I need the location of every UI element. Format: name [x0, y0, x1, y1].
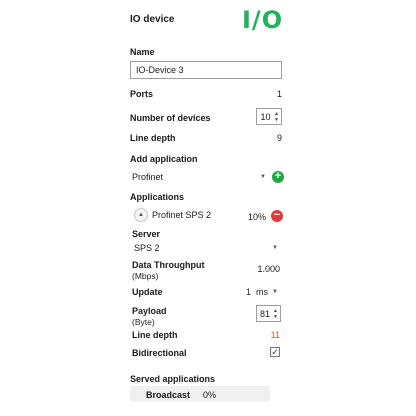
- add-application-select[interactable]: Profinet: [132, 172, 163, 182]
- panel-title: IO device: [130, 14, 175, 25]
- ports-value: 1: [276, 89, 282, 99]
- payload-unit: (Byte): [132, 317, 155, 327]
- line-depth-label: Line depth: [130, 133, 176, 143]
- io-logo: I/O: [242, 6, 284, 34]
- application-item-percent: 10%: [248, 212, 267, 222]
- data-throughput-label: Data Throughput: [132, 260, 205, 270]
- application-item-name: Profinet SPS 2: [152, 210, 212, 220]
- add-application-label: Add application: [130, 154, 198, 164]
- chevron-down-icon[interactable]: ▼: [260, 174, 266, 180]
- stepper-arrows[interactable]: ▲ ▼: [273, 308, 280, 320]
- bidirectional-checkbox[interactable]: ✓: [270, 347, 280, 357]
- data-throughput-value[interactable]: 1.000: [257, 264, 280, 274]
- payload-value: 81: [259, 308, 270, 319]
- number-of-devices-label: Number of devices: [130, 113, 211, 123]
- payload-stepper[interactable]: 81 ▲ ▼: [256, 305, 281, 322]
- minus-circle-icon[interactable]: −: [271, 210, 283, 222]
- name-label: Name: [130, 47, 155, 57]
- served-application-row: Broadcast 0%: [130, 386, 270, 402]
- application-line-depth-value: 11: [270, 330, 280, 340]
- applications-label: Applications: [130, 192, 185, 202]
- server-label: Server: [132, 229, 161, 239]
- ports-label: Ports: [130, 89, 154, 99]
- chevron-down-icon[interactable]: ▼: [272, 245, 278, 251]
- stepper-arrows[interactable]: ▲ ▼: [274, 111, 281, 123]
- plus-circle-icon[interactable]: +: [272, 171, 284, 183]
- number-of-devices-stepper[interactable]: 10 ▲ ▼: [256, 108, 282, 125]
- application-line-depth-label: Line depth: [132, 330, 178, 340]
- line-depth-value: 9: [276, 133, 282, 143]
- served-application-name: Broadcast: [146, 390, 191, 400]
- arrow-down-icon[interactable]: ▼: [273, 314, 278, 320]
- data-throughput-unit: (Mbps): [132, 271, 159, 281]
- arrow-down-icon[interactable]: ▼: [274, 117, 279, 123]
- served-application-percent: 0%: [203, 390, 217, 400]
- chevron-up-icon[interactable]: ▲: [134, 208, 148, 222]
- number-of-devices-value: 10: [260, 111, 271, 122]
- served-applications-label: Served applications: [130, 374, 216, 384]
- payload-label: Payload: [132, 306, 167, 316]
- name-input[interactable]: [130, 61, 282, 79]
- io-device-panel: IO device I/O Name Ports 1 Number of dev…: [130, 0, 286, 416]
- chevron-down-icon[interactable]: ▼: [272, 289, 278, 295]
- update-value[interactable]: 1: [246, 287, 251, 297]
- update-unit-select[interactable]: ms: [256, 287, 268, 297]
- update-label: Update: [132, 287, 163, 297]
- server-select[interactable]: SPS 2: [134, 243, 160, 253]
- bidirectional-label: Bidirectional: [132, 348, 187, 358]
